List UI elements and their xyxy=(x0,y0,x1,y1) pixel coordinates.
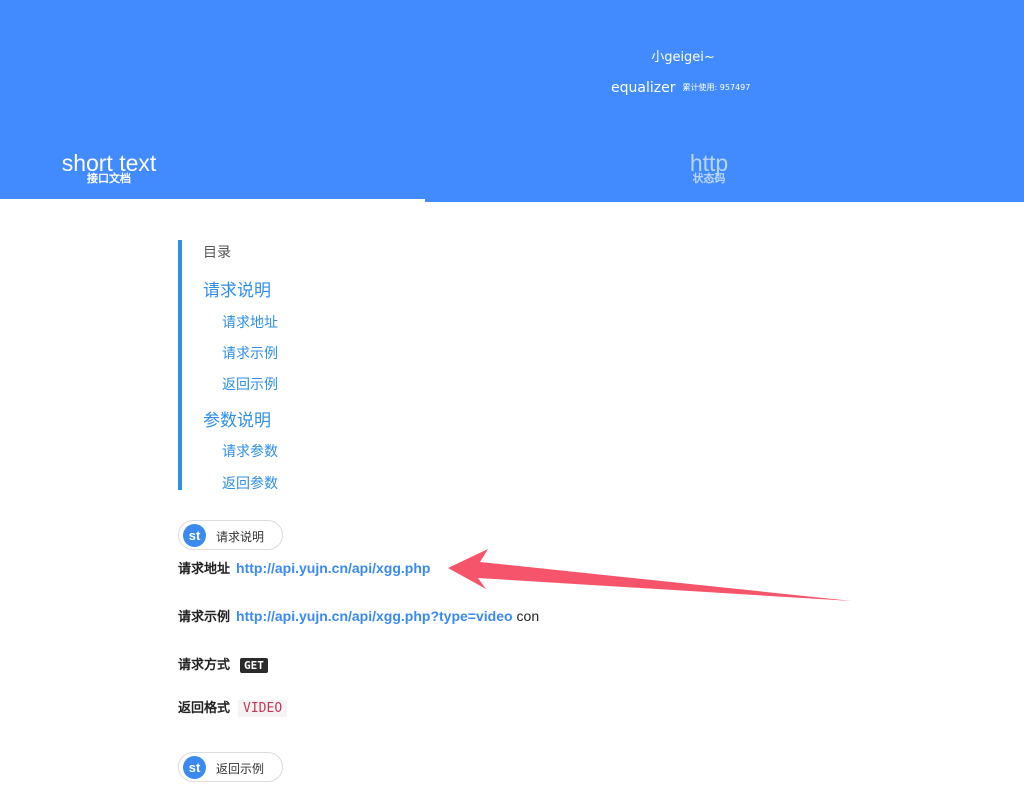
request-address-link[interactable]: http://api.yujn.cn/api/xgg.php xyxy=(236,560,430,576)
response-format-row: 返回格式 VIDEO xyxy=(178,697,288,717)
request-method-label: 请求方式 xyxy=(178,658,231,673)
toc-title: 目录 xyxy=(203,245,231,261)
request-method-row: 请求方式 GET xyxy=(178,654,268,673)
toc-section-request[interactable]: 请求说明 xyxy=(203,276,271,301)
request-address-label: 请求地址 xyxy=(178,562,231,577)
active-tab-indicator xyxy=(0,199,425,202)
tab-status-codes[interactable]: http 状态码 xyxy=(600,150,818,202)
tab-api-docs-sub: 接口文档 xyxy=(87,172,131,185)
section-pill-request-label: 请求说明 xyxy=(216,530,265,544)
method-badge: GET xyxy=(240,658,268,673)
section-pill-request: st 请求说明 xyxy=(178,520,283,550)
usage-counter: 累计使用: 957497 xyxy=(682,83,751,92)
format-badge: VIDEO xyxy=(238,700,288,717)
tab-status-codes-sub: 状态码 xyxy=(692,172,726,185)
site-sub-main: equalizer xyxy=(611,80,676,96)
site-logo-icon: st xyxy=(183,756,206,779)
site-name: 小geigei~ xyxy=(651,50,715,65)
toc-item-request-example[interactable]: 请求示例 xyxy=(222,343,278,363)
request-address-row: 请求地址 http://api.yujn.cn/api/xgg.php xyxy=(178,558,430,577)
response-format-label: 返回格式 xyxy=(178,701,231,716)
toc-section-params[interactable]: 参数说明 xyxy=(203,406,271,431)
site-logo-icon: st xyxy=(183,524,206,547)
site-subtitle: equalizer 累计使用: 957497 xyxy=(611,77,750,96)
section-pill-response-label: 返回示例 xyxy=(216,762,265,776)
annotation-arrow-shape xyxy=(448,549,852,601)
table-of-contents: 目录 请求说明 请求地址 请求示例 返回示例 参数说明 请求参数 返回参数 xyxy=(178,240,478,493)
header-banner: 小geigei~ equalizer 累计使用: 957497 short te… xyxy=(0,0,1024,202)
tab-api-docs[interactable]: short text 接口文档 xyxy=(0,150,218,202)
toc-item-request-params[interactable]: 请求参数 xyxy=(222,441,278,461)
request-example-label: 请求示例 xyxy=(178,610,231,625)
toc-item-response-params[interactable]: 返回参数 xyxy=(222,473,278,493)
annotation-arrow-icon xyxy=(448,549,852,601)
toc-item-response-example[interactable]: 返回示例 xyxy=(222,374,278,394)
toc-item-request-address[interactable]: 请求地址 xyxy=(222,312,278,332)
section-pill-response: st 返回示例 xyxy=(178,752,283,782)
